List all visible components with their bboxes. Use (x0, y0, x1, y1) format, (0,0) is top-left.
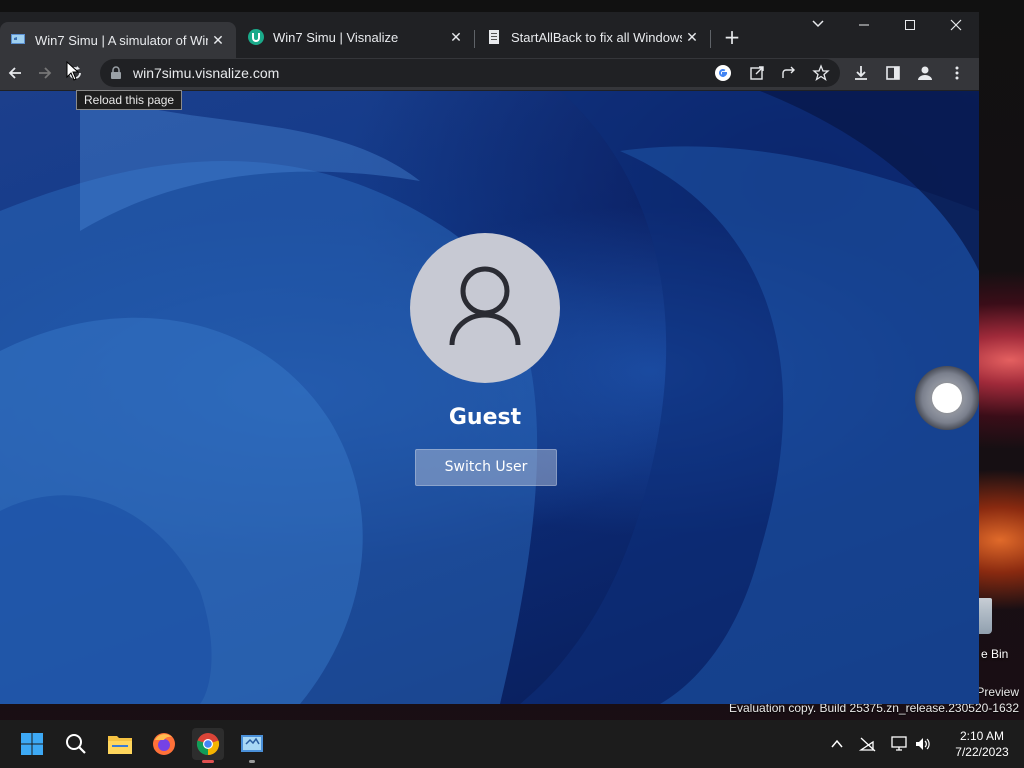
arrow-left-icon (8, 67, 21, 79)
new-tab-button[interactable]: + (720, 25, 744, 49)
start-button[interactable] (16, 728, 48, 760)
mouse-cursor-icon (66, 61, 80, 81)
floating-ball-center (932, 383, 962, 413)
running-indicator (249, 760, 255, 763)
folder-icon (108, 736, 132, 754)
tab-separator (474, 30, 475, 48)
share-icon (782, 66, 795, 78)
side-panel-button[interactable] (878, 58, 908, 88)
clock[interactable]: 2:10 AM 7/22/2023 (944, 728, 1020, 760)
address-bar[interactable]: win7simu.visnalize.com (100, 59, 840, 87)
forward-button[interactable] (30, 58, 60, 88)
close-window-button[interactable] (933, 12, 979, 42)
external-link-icon (750, 66, 764, 80)
profile-button[interactable] (910, 58, 940, 88)
network-button[interactable] (858, 734, 878, 754)
recycle-bin-label: e Bin (981, 647, 1009, 661)
minimize-button[interactable] (841, 12, 887, 42)
maximize-icon (905, 20, 915, 30)
tab-title: Win7 Simu | Visnalize (273, 29, 399, 45)
bookmark-button[interactable] (812, 64, 830, 82)
tab-strip: Win7 Simu | A simulator of Windows ✕ Win… (0, 12, 979, 58)
window-app-icon (241, 735, 263, 752)
minimize-icon (859, 24, 869, 26)
firefox-button[interactable] (148, 728, 180, 760)
close-icon (950, 19, 962, 31)
username-label: Guest (448, 405, 522, 430)
windows-logo-icon (21, 733, 43, 755)
maximize-button[interactable] (887, 12, 933, 42)
side-panel-icon (886, 66, 900, 80)
open-in-app-button[interactable] (748, 64, 766, 82)
share-button[interactable] (780, 64, 798, 82)
firefox-icon (153, 733, 175, 755)
show-hidden-icons-button[interactable] (827, 734, 847, 754)
browser-toolbar: win7simu.visnalize.com (0, 58, 979, 90)
display-button[interactable] (890, 734, 910, 754)
volume-button[interactable] (913, 734, 933, 754)
user-icon (449, 266, 521, 346)
tab-close-icon[interactable]: ✕ (682, 29, 702, 46)
tab-title: StartAllBack to fix all Windows 11 (511, 29, 682, 45)
google-icon (715, 65, 731, 81)
tab-title: Win7 Simu | A simulator of Windows (35, 32, 208, 48)
browser-window: Win7 Simu | A simulator of Windows ✕ Win… (0, 12, 979, 704)
watermark-preview: Preview (976, 685, 1019, 699)
url-text: win7simu.visnalize.com (133, 65, 280, 81)
tab-win7simu-visnalize[interactable]: Win7 Simu | Visnalize ✕ (238, 22, 474, 52)
win7-app-button[interactable] (236, 728, 268, 763)
taskbar: 2:10 AM 7/22/2023 (0, 720, 1024, 768)
monitor-icon (891, 736, 907, 751)
chevron-down-icon (812, 20, 824, 28)
page-content: Guest Switch User (0, 91, 979, 704)
star-icon (812, 64, 830, 82)
switch-user-button[interactable]: Switch User (415, 449, 557, 486)
speaker-icon (916, 738, 930, 750)
downloads-button[interactable] (846, 58, 876, 88)
search-icon (66, 734, 86, 754)
tab-close-icon[interactable]: ✕ (446, 29, 466, 46)
tab-win7simu-simulator[interactable]: Win7 Simu | A simulator of Windows ✕ (0, 22, 236, 58)
document-favicon-icon (489, 30, 499, 44)
menu-button[interactable] (942, 58, 972, 88)
floating-assistive-ball[interactable] (915, 366, 979, 430)
tab-close-icon[interactable]: ✕ (208, 32, 228, 49)
google-lens-button[interactable] (714, 64, 732, 82)
arrow-right-icon (39, 67, 52, 79)
visnalize-favicon-icon (248, 29, 264, 45)
tab-search-button[interactable] (795, 12, 841, 42)
file-explorer-button[interactable] (104, 728, 136, 760)
active-indicator (202, 760, 214, 763)
back-button[interactable] (0, 58, 30, 88)
network-off-icon (859, 737, 876, 752)
lock-icon (111, 66, 121, 79)
search-button[interactable] (60, 728, 92, 760)
clock-date: 7/22/2023 (955, 745, 1009, 759)
tab-separator (710, 30, 711, 48)
chrome-icon (196, 733, 220, 756)
reload-tooltip: Reload this page (76, 90, 183, 110)
chevron-up-icon (831, 739, 843, 748)
wallpaper-bloom (0, 91, 979, 704)
clock-time: 2:10 AM (959, 729, 1005, 743)
person-icon (918, 66, 932, 80)
chrome-button[interactable] (192, 728, 224, 763)
kebab-menu-icon (955, 66, 959, 80)
tab-startallback[interactable]: StartAllBack to fix all Windows 11 ✕ (476, 22, 710, 52)
user-avatar (410, 233, 560, 383)
win7simu-favicon-icon (11, 34, 25, 44)
download-icon (855, 66, 867, 80)
